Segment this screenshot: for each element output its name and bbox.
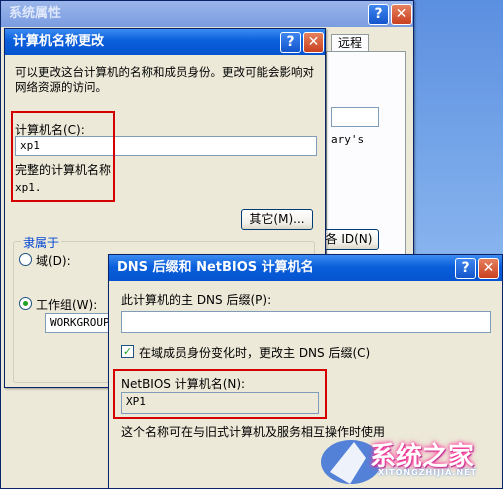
change-dns-checkbox[interactable]: ✓ (121, 345, 134, 358)
help-button[interactable]: ? (368, 4, 389, 25)
change-dns-label: 在域成员身份变化时，更改主 DNS 后缀(C) (139, 346, 371, 360)
close-button[interactable]: ✕ (478, 258, 499, 279)
workgroup-input[interactable]: WORKGROUP (45, 313, 115, 333)
dns-suffix-label: 此计算机的主 DNS 后缀(P): (121, 293, 272, 307)
highlight-netbios (113, 369, 327, 419)
workgroup-radio[interactable] (19, 297, 32, 310)
help-button[interactable]: ? (280, 32, 301, 53)
dns-suffix-input[interactable] (121, 311, 491, 333)
other-button[interactable]: 其它(M)... (241, 209, 313, 230)
workgroup-label: 工作组(W): (36, 298, 98, 312)
tab-remote[interactable]: 远程 (331, 34, 370, 52)
dns-title: DNS 后缀和 NetBIOS 计算机名 (117, 260, 314, 275)
network-id-button[interactable]: 各 ID(N) (319, 229, 379, 250)
watermark-subtext: XITONGZHIJIA.NET (378, 468, 478, 477)
system-properties-titlebar: 系统属性 ? ✕ (1, 1, 413, 27)
name-change-description: 可以更改这台计算机的名称和成员身份。更改可能会影响对网络资源的访问。 (15, 65, 314, 94)
dns-titlebar: DNS 后缀和 NetBIOS 计算机名 ? ✕ (109, 255, 502, 281)
highlight-computer-name (11, 111, 115, 202)
domain-label: 域(D): (36, 254, 71, 268)
member-of-label: 隶属于 (21, 234, 62, 251)
name-change-title: 计算机名称更改 (13, 34, 105, 49)
name-change-titlebar: 计算机名称更改 ? ✕ (5, 29, 325, 55)
background-text: ary's (331, 133, 365, 146)
domain-radio[interactable] (19, 253, 32, 266)
close-button[interactable]: ✕ (303, 32, 324, 53)
help-button[interactable]: ? (455, 258, 476, 279)
background-field (331, 107, 379, 127)
close-button[interactable]: ✕ (391, 4, 412, 25)
system-properties-title: 系统属性 (9, 6, 62, 21)
